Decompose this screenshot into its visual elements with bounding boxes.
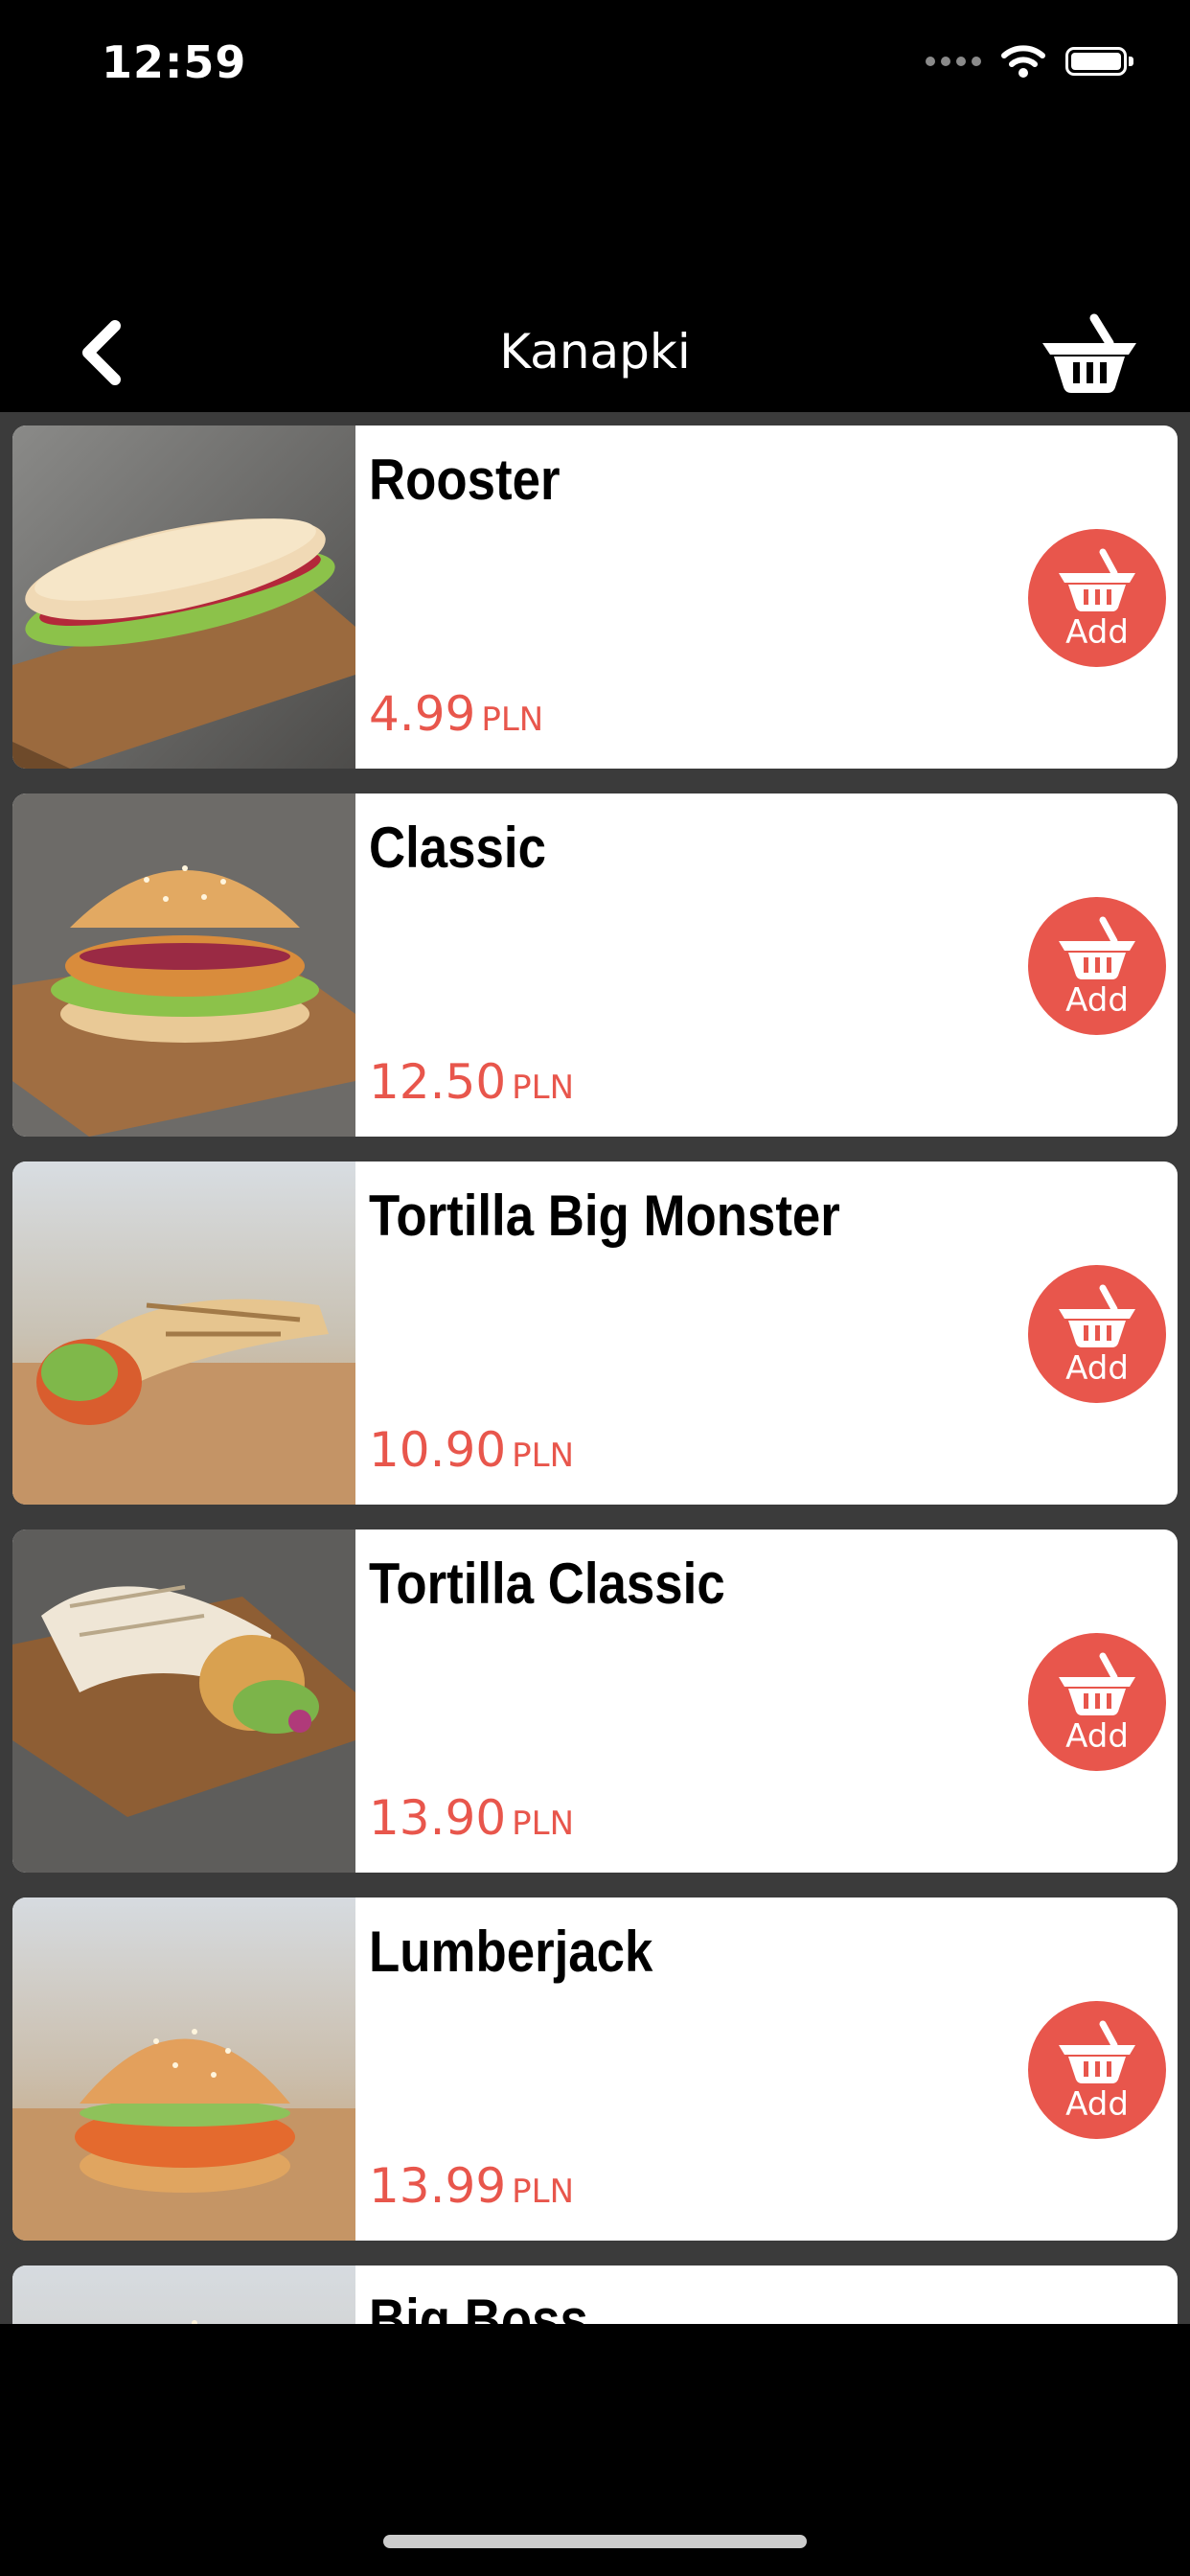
cart-button[interactable] bbox=[1037, 305, 1142, 401]
add-to-cart-button[interactable]: Add bbox=[1028, 2001, 1166, 2139]
product-card[interactable]: Big Boss bbox=[12, 2266, 1178, 2324]
product-price: 13.99 PLN bbox=[369, 2158, 574, 2214]
product-price: 13.90 PLN bbox=[369, 1790, 574, 1846]
basket-icon bbox=[1042, 313, 1136, 393]
product-name: Lumberjack bbox=[369, 1920, 653, 1984]
product-name: Big Boss bbox=[369, 2288, 588, 2324]
product-image bbox=[12, 2266, 355, 2324]
product-name: Tortilla Big Monster bbox=[369, 1184, 840, 1248]
basket-icon bbox=[1059, 2020, 1135, 2083]
add-label: Add bbox=[1065, 1717, 1129, 1756]
wifi-icon bbox=[1001, 45, 1045, 78]
product-image bbox=[12, 1898, 355, 2241]
price-currency: PLN bbox=[512, 1805, 575, 1843]
price-value: 13.90 bbox=[369, 1790, 507, 1846]
basket-icon bbox=[1059, 548, 1135, 611]
add-label: Add bbox=[1065, 2085, 1129, 2124]
add-label: Add bbox=[1065, 981, 1129, 1020]
cellular-signal-icon bbox=[926, 57, 981, 66]
navigation-bar: Kanapki bbox=[0, 297, 1190, 412]
status-time: 12:59 bbox=[102, 36, 247, 88]
add-to-cart-button[interactable]: Add bbox=[1028, 1265, 1166, 1403]
product-name: Classic bbox=[369, 816, 546, 880]
price-currency: PLN bbox=[512, 1437, 575, 1475]
product-image bbox=[12, 794, 355, 1137]
product-image bbox=[12, 426, 355, 769]
product-card[interactable]: Rooster 4.99 PLN Add bbox=[12, 426, 1178, 769]
add-to-cart-button[interactable]: Add bbox=[1028, 1633, 1166, 1771]
add-to-cart-button[interactable]: Add bbox=[1028, 897, 1166, 1035]
price-value: 13.99 bbox=[369, 2158, 507, 2214]
product-card[interactable]: Tortilla Big Monster 10.90 PLN Add bbox=[12, 1162, 1178, 1505]
price-currency: PLN bbox=[512, 2173, 575, 2211]
price-value: 12.50 bbox=[369, 1054, 507, 1110]
product-price: 12.50 PLN bbox=[369, 1054, 574, 1110]
basket-icon bbox=[1059, 916, 1135, 979]
product-image bbox=[12, 1162, 355, 1505]
price-value: 4.99 bbox=[369, 686, 476, 742]
battery-icon bbox=[1065, 47, 1133, 76]
product-list[interactable]: Rooster 4.99 PLN Add Classic 12.50 PLN A… bbox=[0, 412, 1190, 2324]
price-currency: PLN bbox=[481, 701, 544, 739]
product-image bbox=[12, 1530, 355, 1873]
product-card[interactable]: Lumberjack 13.99 PLN Add bbox=[12, 1898, 1178, 2241]
price-currency: PLN bbox=[512, 1069, 575, 1107]
product-price: 4.99 PLN bbox=[369, 686, 543, 742]
add-label: Add bbox=[1065, 613, 1129, 652]
price-value: 10.90 bbox=[369, 1422, 507, 1478]
product-name: Tortilla Classic bbox=[369, 1552, 725, 1616]
product-price: 10.90 PLN bbox=[369, 1422, 574, 1478]
basket-icon bbox=[1059, 1284, 1135, 1347]
product-name: Rooster bbox=[369, 448, 561, 512]
home-indicator[interactable] bbox=[383, 2535, 807, 2548]
add-label: Add bbox=[1065, 1349, 1129, 1388]
product-card[interactable]: Classic 12.50 PLN Add bbox=[12, 794, 1178, 1137]
status-bar: 12:59 bbox=[0, 0, 1190, 134]
product-card[interactable]: Tortilla Classic 13.90 PLN Add bbox=[12, 1530, 1178, 1873]
page-title: Kanapki bbox=[499, 324, 691, 380]
basket-icon bbox=[1059, 1652, 1135, 1715]
add-to-cart-button[interactable]: Add bbox=[1028, 529, 1166, 667]
status-icons bbox=[926, 44, 1133, 79]
